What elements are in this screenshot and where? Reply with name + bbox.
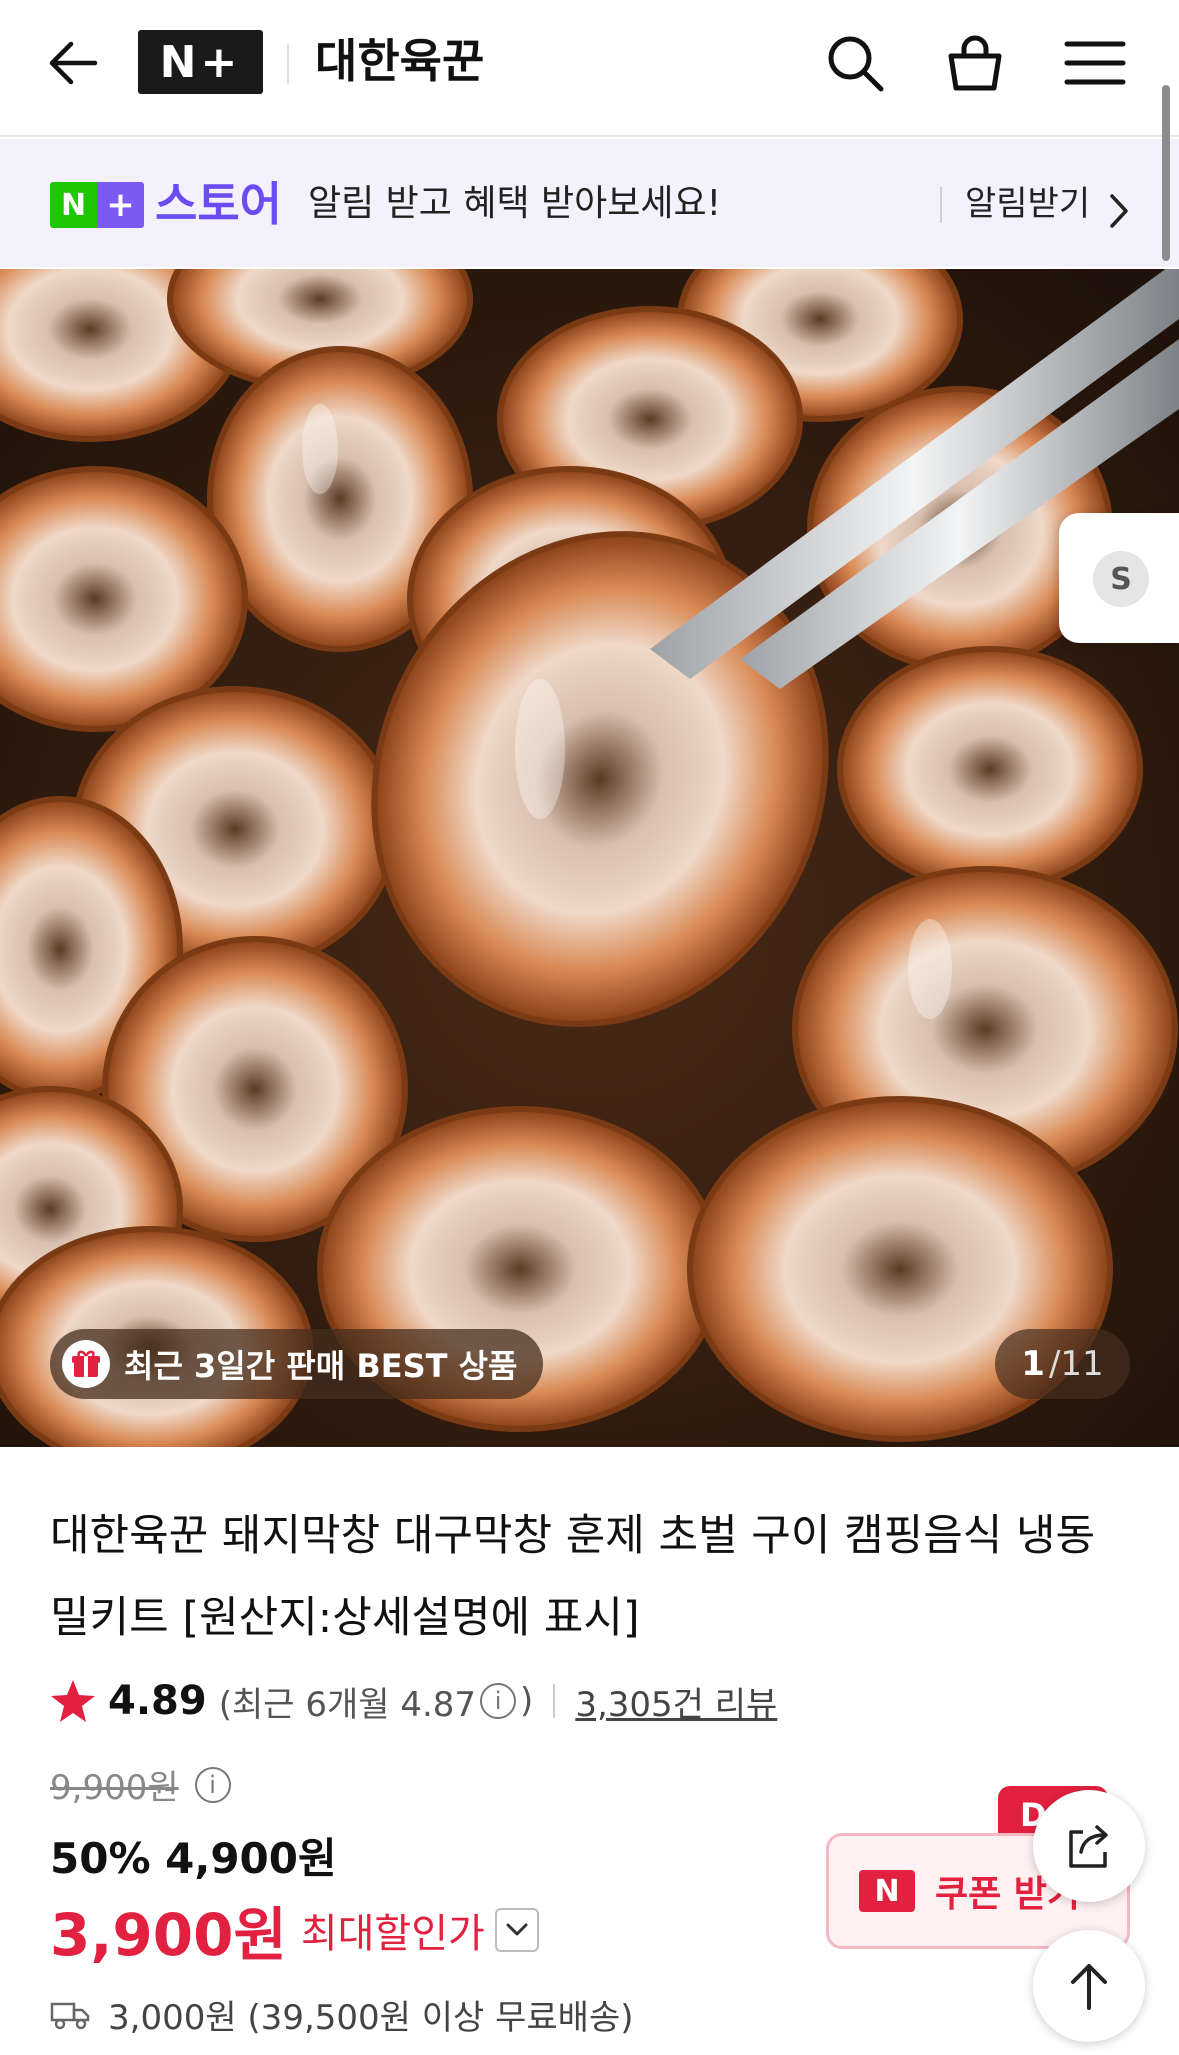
review-count-link[interactable]: 3,305건 리뷰: [575, 1677, 777, 1726]
page-scrollbar[interactable]: [1162, 85, 1170, 261]
share-button[interactable]: [1033, 1790, 1145, 1902]
recent-rating-close: ): [520, 1681, 534, 1721]
back-button[interactable]: [40, 30, 106, 96]
store-label: 스토어: [155, 177, 282, 231]
search-button[interactable]: [820, 28, 890, 98]
product-image-gallery[interactable]: [0, 269, 1179, 1447]
recent-rating-text: (최근 6개월 4.87: [218, 1684, 477, 1725]
side-floating-tab[interactable]: S: [1059, 513, 1179, 643]
expand-price-button[interactable]: [494, 1908, 539, 1952]
logo-divider: [287, 44, 289, 84]
gift-icon: [62, 1340, 110, 1388]
image-counter: 1 /11: [995, 1329, 1130, 1399]
shipping-text: 3,000원 (39,500원 이상 무료배송): [108, 1998, 634, 2038]
final-price: 3,900원: [50, 1901, 287, 1969]
recent-rating: (최근 6개월 4.87 i ): [219, 1677, 534, 1726]
star-icon: [51, 1680, 95, 1722]
truck-icon: [50, 2002, 90, 2029]
naver-plus-mini-logo: N +: [50, 182, 144, 228]
arrow-up-icon: [1071, 1964, 1107, 2010]
chevron-down-icon: [506, 1923, 528, 1936]
store-name[interactable]: 대한육꾼: [315, 28, 484, 94]
best-badge-text: 최근 3일간 판매 BEST 상품: [124, 1347, 518, 1385]
shipping-info: 3,000원 (39,500원 이상 무료배송): [50, 1990, 634, 2039]
original-price: 9,900원: [50, 1768, 179, 1808]
rating-divider: [553, 1684, 556, 1718]
subscribe-alert-button[interactable]: 알림받기: [965, 179, 1090, 229]
side-tab-s-icon: S: [1093, 551, 1149, 607]
plus-mark: +: [97, 182, 144, 228]
search-icon: [828, 36, 884, 92]
logo-text: N+: [159, 36, 242, 88]
chevron-right-icon: [1110, 194, 1128, 228]
price-info-icon[interactable]: i: [194, 1766, 231, 1803]
discount-price: 50% 4,900원: [50, 1834, 337, 1883]
image-counter-current: 1: [1021, 1344, 1045, 1384]
naver-n-mark: N: [50, 182, 97, 228]
rating-row: 4.89 (최근 6개월 4.87 i ) 3,305건 리뷰: [50, 1671, 777, 1731]
product-title: 대한육꾼 돼지막창 대구막창 훈제 초벌 구이 캠핑음식 냉동 밀키트 [원산지…: [50, 1511, 1096, 1643]
hamburger-menu-icon: [1064, 41, 1126, 85]
max-discount-label: 최대할인가: [300, 1911, 485, 1957]
naver-n-coupon-icon: N: [859, 1870, 915, 1912]
promo-divider: [940, 187, 942, 223]
original-price-row: 9,900원 i: [50, 1760, 235, 1809]
store-alert-banner[interactable]: N + 스토어 알림 받고 혜택 받아보세요! 알림받기: [0, 139, 1179, 267]
arrow-left-icon: [49, 41, 98, 85]
best-seller-badge: 최근 3일간 판매 BEST 상품: [50, 1329, 544, 1399]
top-header: N+ 대한육꾼: [0, 0, 1179, 137]
final-price-row[interactable]: 3,900원 최대할인가: [50, 1888, 539, 1972]
promo-message: 알림 받고 혜택 받아보세요!: [308, 183, 722, 224]
product-photo: [0, 269, 1179, 1447]
scroll-to-top-button[interactable]: [1033, 1930, 1145, 2042]
info-icon[interactable]: i: [480, 1683, 517, 1719]
image-counter-total: /11: [1048, 1344, 1104, 1384]
cart-button[interactable]: [940, 28, 1010, 98]
share-icon: [1069, 1825, 1108, 1868]
shopping-bag-icon: [948, 35, 1002, 91]
menu-button[interactable]: [1060, 28, 1130, 98]
rating-score: 4.89: [108, 1678, 207, 1724]
naver-plus-logo[interactable]: N+: [138, 30, 263, 94]
